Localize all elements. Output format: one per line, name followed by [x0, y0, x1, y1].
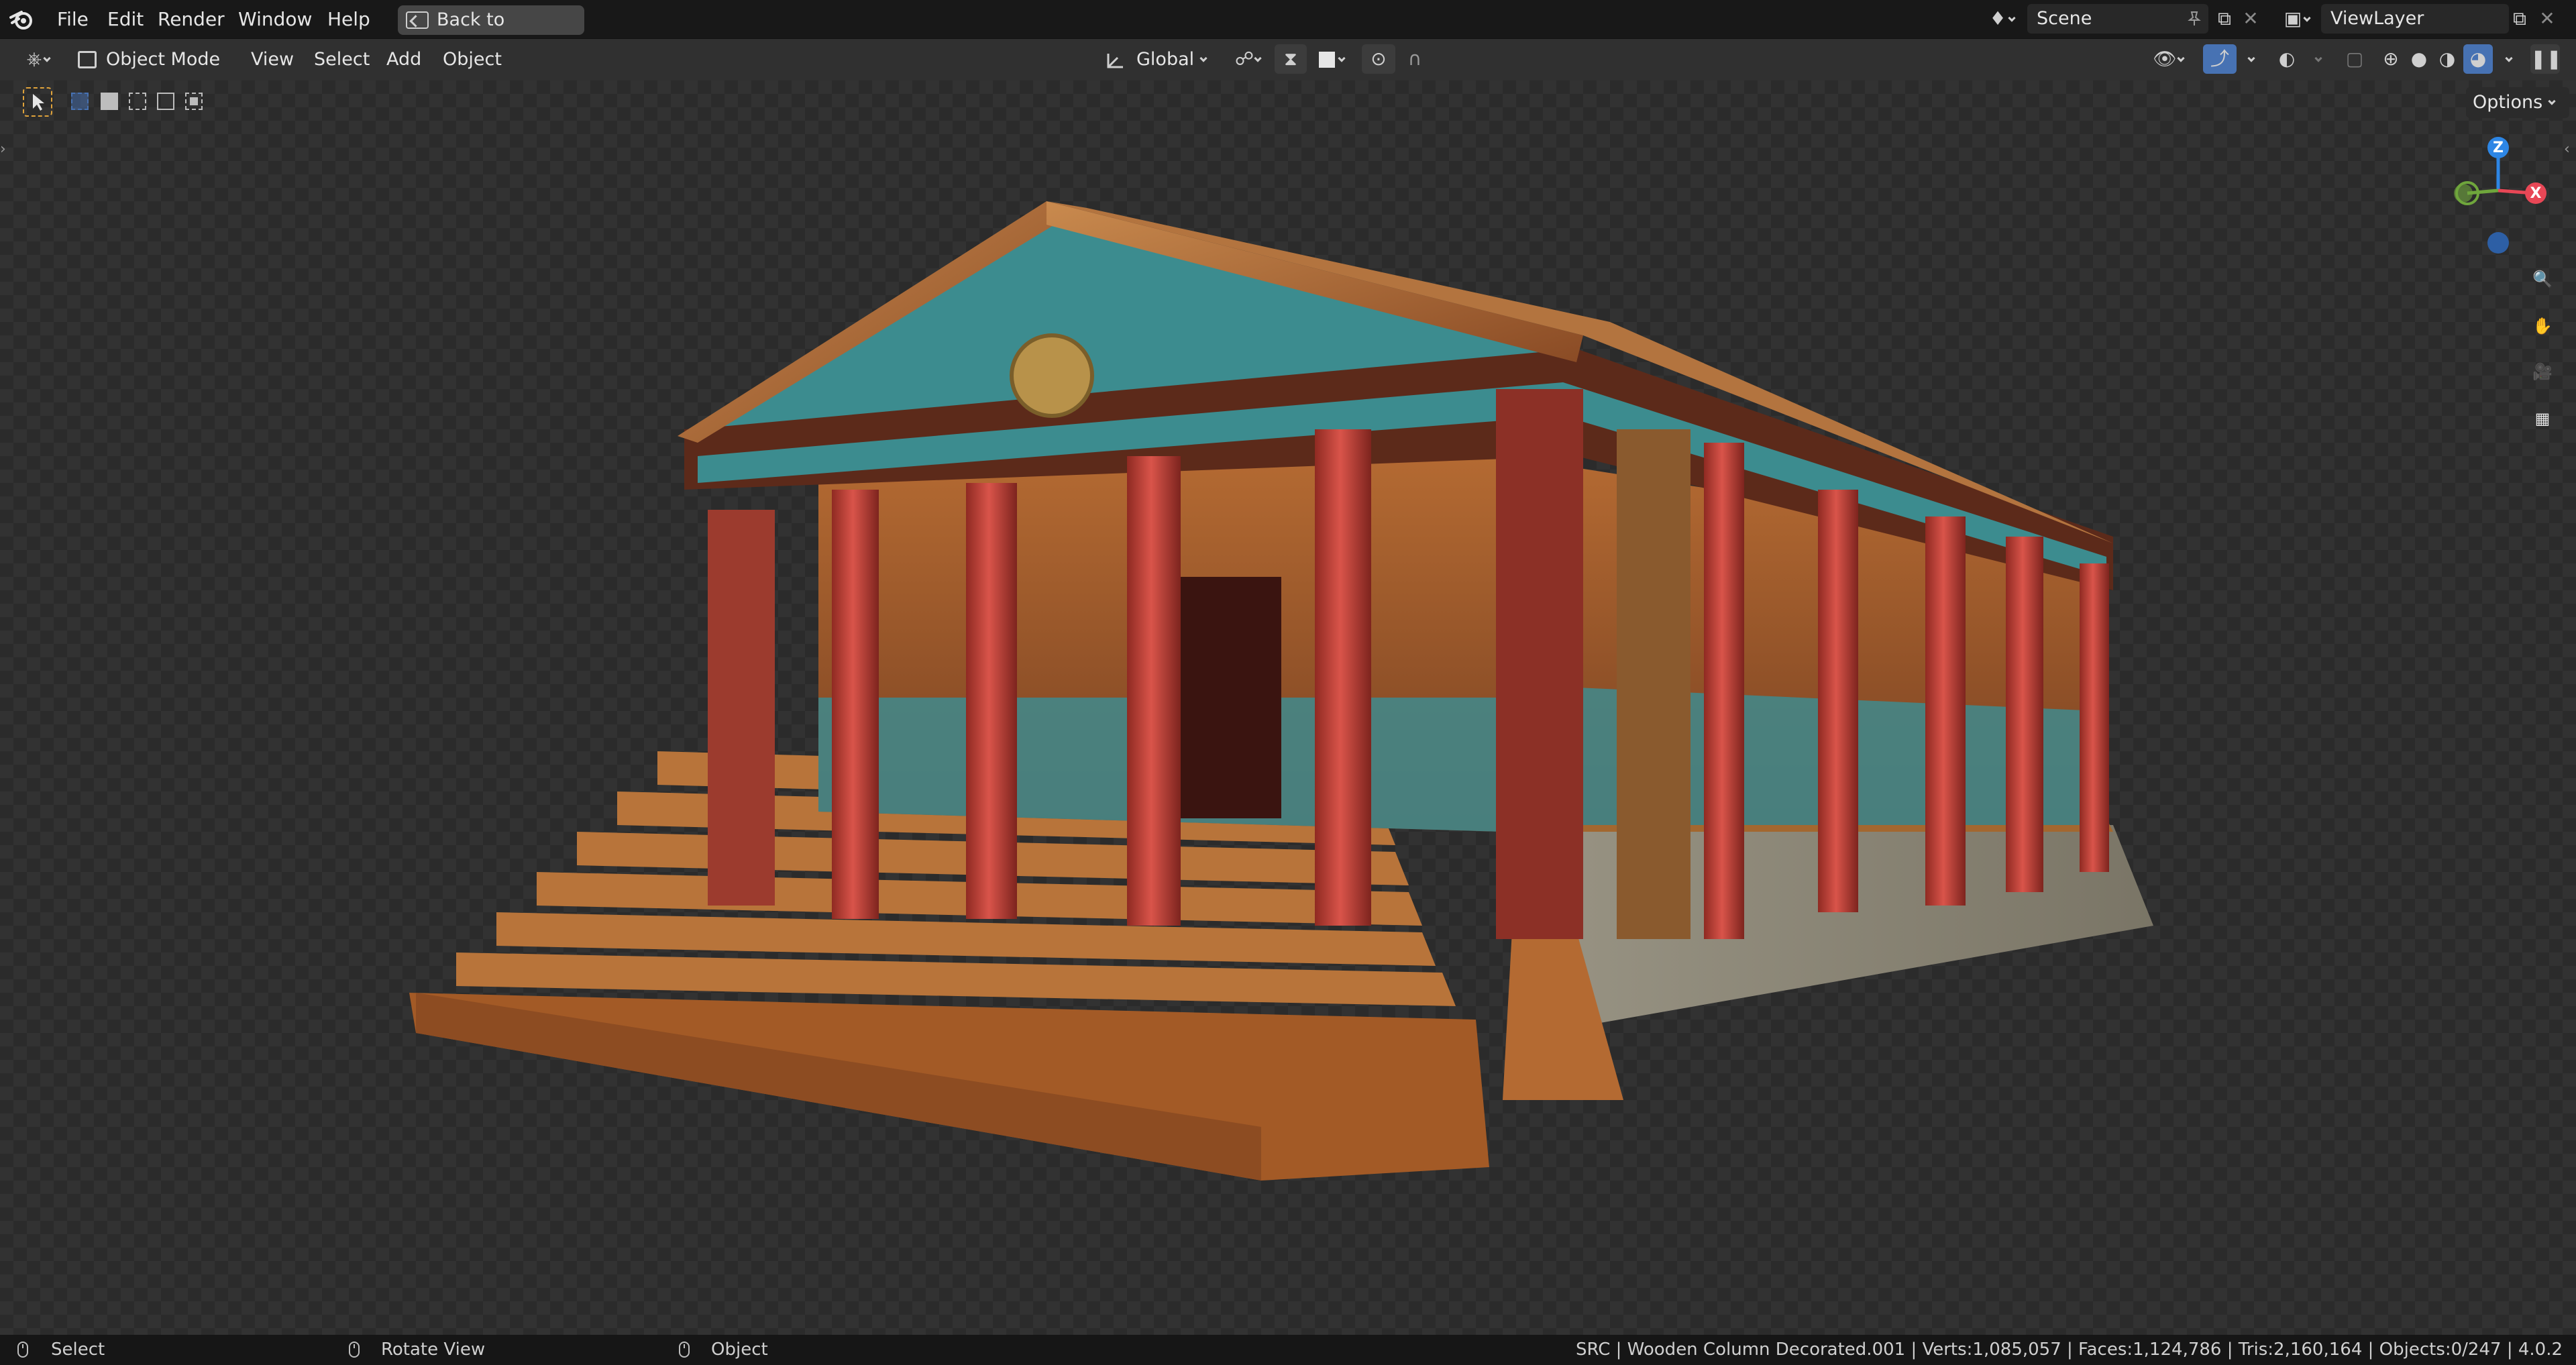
pivot-icon[interactable]: ☍	[1228, 44, 1268, 74]
hand-icon[interactable]: ✋	[2525, 309, 2560, 343]
shading-dropdown[interactable]	[2496, 44, 2516, 74]
scene-name: Scene	[2037, 8, 2092, 29]
scene-statistics: SRC | Wooden Column Decorated.001 | Vert…	[1575, 1340, 2563, 1360]
status-select: Select	[51, 1340, 105, 1360]
gizmo-x-label: X	[2530, 185, 2542, 202]
status-rotate-view: Rotate View	[381, 1340, 486, 1360]
shield-ornament	[1010, 333, 1094, 418]
orientation-icon	[1107, 54, 1123, 68]
menu-render[interactable]: Render	[151, 5, 231, 34]
view-layer-name: ViewLayer	[2330, 8, 2424, 29]
object-mode-icon	[78, 51, 97, 68]
menu-help[interactable]: Help	[321, 5, 377, 34]
status-bar: Select Rotate View Object SRC | Wooden C…	[0, 1335, 2576, 1365]
menu-add[interactable]: Add	[381, 46, 427, 74]
new-view-layer-icon[interactable]: ⧉	[2506, 4, 2533, 34]
blender-logo-icon[interactable]	[9, 8, 34, 31]
orientation-label: Global	[1136, 49, 1195, 70]
object-mode-label: Object Mode	[106, 49, 221, 70]
object-mode-dropdown[interactable]: Object Mode	[71, 44, 232, 93]
mouse-left-icon	[17, 1335, 28, 1365]
rendered-shading-icon[interactable]: ◕	[2463, 44, 2493, 74]
top-menu-bar: File Edit Render Window Help Back to Pre…	[0, 0, 2576, 60]
gizmo-icon[interactable]: ⤴	[2203, 44, 2237, 74]
visibility-icon[interactable]: 👁	[2147, 44, 2190, 74]
new-scene-icon[interactable]: ⧉	[2211, 4, 2238, 34]
delete-view-layer-icon[interactable]: ✕	[2536, 4, 2559, 34]
back-to-previous-button[interactable]: Back to Previous	[398, 5, 584, 60]
gizmo-z-label: Z	[2493, 140, 2504, 156]
pause-render-icon[interactable]: ❚❚	[2530, 44, 2562, 74]
material-shading-icon[interactable]: ◑	[2432, 44, 2462, 74]
camera-icon[interactable]: 🎥	[2525, 354, 2560, 389]
menu-file[interactable]: File	[50, 5, 95, 34]
menu-window[interactable]: Window	[231, 5, 319, 34]
menu-select[interactable]: Select	[309, 46, 375, 74]
grid-icon[interactable]: ▦	[2525, 401, 2560, 436]
wireframe-shading-icon[interactable]: ⊕	[2376, 44, 2406, 74]
scene-field[interactable]: Scene	[2027, 4, 2208, 34]
solid-shading-icon[interactable]: ●	[2404, 44, 2434, 74]
menu-view[interactable]: View	[246, 46, 299, 74]
editor-type-icon[interactable]: ⎈	[16, 44, 60, 74]
falloff-icon[interactable]: ∩	[1397, 44, 1433, 74]
3d-viewport[interactable]: › ‹ Options Z X 🔍 ✋ 🎥 ▦	[0, 80, 2576, 1335]
menu-edit[interactable]: Edit	[101, 5, 150, 34]
proportional-icon[interactable]: ⊙	[1362, 44, 1395, 74]
overlay-dropdown[interactable]	[2305, 44, 2325, 74]
orientation-dropdown[interactable]: Global	[1099, 44, 1220, 75]
scene-browse-icon[interactable]: ♦	[1980, 4, 2023, 34]
menu-object[interactable]: Object	[437, 46, 507, 74]
gizmo-dropdown[interactable]	[2238, 44, 2258, 74]
view-layer-browse-icon[interactable]: ▣	[2277, 4, 2317, 34]
snap-target-icon[interactable]	[1308, 44, 1355, 74]
status-object: Object	[711, 1340, 768, 1360]
overlay-icon[interactable]: ◐	[2270, 44, 2304, 74]
delete-scene-icon[interactable]: ✕	[2239, 4, 2262, 34]
zoom-icon[interactable]: 🔍	[2525, 262, 2560, 296]
pin-icon[interactable]	[2187, 11, 2202, 27]
viewport-header: ⎈ Object Mode View Select Add Object Glo…	[0, 39, 2576, 93]
temple-model[interactable]	[0, 80, 2576, 1335]
mouse-right-icon	[679, 1335, 690, 1365]
mouse-middle-icon	[349, 1335, 360, 1365]
view-layer-field[interactable]: ViewLayer	[2321, 4, 2509, 34]
snap-icon[interactable]: ⧗	[1275, 44, 1307, 74]
xray-icon[interactable]: ▢	[2340, 44, 2369, 74]
back-icon	[406, 11, 429, 29]
